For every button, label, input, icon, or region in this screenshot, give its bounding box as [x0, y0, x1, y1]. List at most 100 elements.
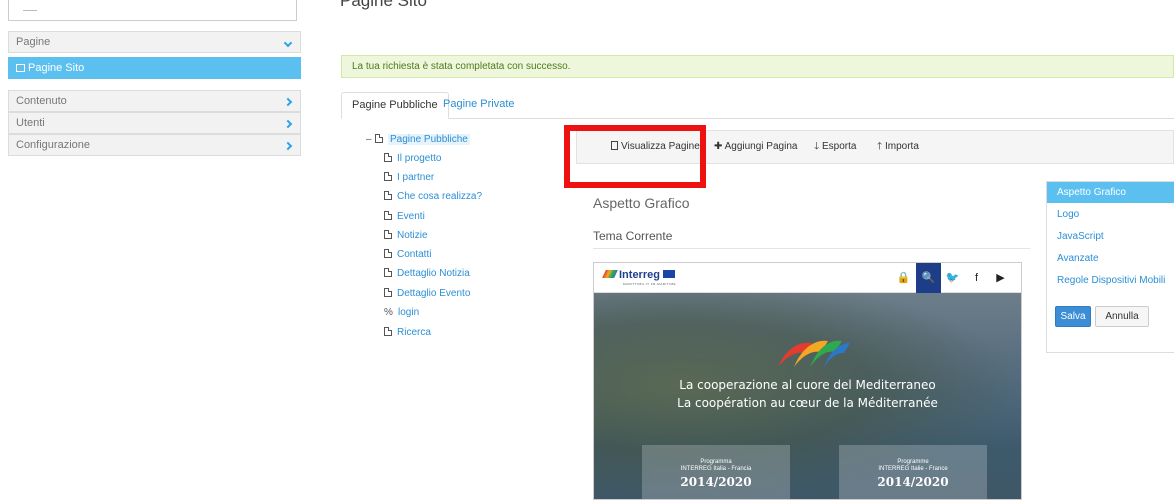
tree-item-label: Dettaglio Notizia [397, 268, 470, 279]
divider [593, 248, 1030, 249]
sidebar-item-configurazione[interactable]: Configurazione [8, 134, 301, 156]
sidebar-item-contenuto[interactable]: Contenuto [8, 90, 301, 112]
section-heading: Aspetto Grafico [593, 195, 690, 211]
chevron-right-icon [283, 91, 293, 111]
nav-avanzate[interactable]: Avanzate [1047, 248, 1174, 269]
card-label: Programma [700, 459, 732, 465]
lock-icon: 🔒 [896, 272, 911, 284]
arrow-up-icon: 🡑 [877, 141, 885, 152]
theme-preview: Interreg MARITTIMO-IT FR-MARITIME 🔒 🔍 🐦 … [593, 262, 1022, 500]
page-tabs: Pagine Pubbliche Pagine Private [341, 92, 1174, 119]
logo-subtitle: MARITTIMO-IT FR-MARITIME [623, 282, 676, 286]
preview-header: Interreg MARITTIMO-IT FR-MARITIME 🔒 🔍 🐦 … [594, 263, 1021, 293]
card-subtitle: INTERREG Italia - Francia [680, 466, 752, 472]
card-years: 2014/2020 [877, 475, 949, 489]
plus-icon: ✚ [714, 141, 725, 152]
tree-item[interactable]: Notizie [384, 230, 428, 242]
tree-item-label: login [398, 307, 420, 318]
card-years: 2014/2020 [680, 475, 752, 489]
collapse-icon[interactable]: – [366, 134, 372, 146]
preview-hero-image: La cooperazione al cuore del Mediterrane… [594, 293, 1021, 499]
button-label: Importa [884, 141, 919, 152]
tree-item-label: Notizie [397, 230, 428, 241]
page-icon [375, 134, 383, 143]
eu-flag-icon [662, 270, 675, 278]
tree-item[interactable]: Eventi [384, 211, 425, 223]
page-icon [16, 64, 25, 72]
interreg-logo-icon [778, 340, 850, 367]
tree-item-label: Pagine Pubbliche [388, 134, 470, 145]
page-icon [384, 153, 392, 162]
page-icon [384, 230, 392, 239]
settings-nav: Aspetto Grafico Logo JavaScript Avanzate… [1046, 181, 1174, 353]
save-button[interactable]: Salva [1055, 306, 1091, 327]
page-title: Pagine Sito [340, 0, 427, 10]
tree-root[interactable]: Pagine Pubbliche [375, 134, 470, 146]
tree-item[interactable]: Il progetto [384, 153, 441, 165]
annotation-highlight-box [564, 125, 706, 188]
add-page-button[interactable]: ✚ Aggiungi Pagina [714, 131, 797, 163]
page-icon [384, 172, 392, 181]
twitter-icon: 🐦 [945, 272, 960, 284]
hero-text-it: La cooperazione al cuore del Mediterrane… [679, 378, 936, 392]
export-button[interactable]: 🡓 Esporta [814, 131, 856, 163]
button-label: Esporta [821, 141, 857, 152]
tree-item[interactable]: I partner [384, 172, 434, 184]
sidebar-item-label: Pagine [16, 36, 51, 48]
youtube-icon: ▶ [996, 272, 1005, 284]
sidebar-item-pagine-sito[interactable]: Pagine Sito [8, 57, 301, 79]
program-card: Programme INTERREG Italie - France 2014/… [839, 445, 987, 499]
hero-text-fr: La coopération au cœur de la Méditerrané… [677, 396, 938, 410]
page-icon [384, 327, 392, 336]
success-alert: La tua richiesta è stata completata con … [341, 55, 1174, 78]
tree-item[interactable]: Contatti [384, 249, 431, 261]
page-icon [384, 288, 392, 297]
sidebar-item-utenti[interactable]: Utenti [8, 112, 301, 134]
tree-item[interactable]: % login [384, 307, 419, 319]
section-subheading: Tema Corrente [593, 229, 673, 243]
tree-item[interactable]: Che cosa realizza? [384, 191, 482, 203]
cancel-button[interactable]: Annulla [1095, 306, 1149, 327]
search-field-glyph [23, 10, 37, 11]
search-icon: 🔍 [916, 263, 941, 293]
page-icon [384, 211, 392, 220]
nav-aspetto-grafico[interactable]: Aspetto Grafico [1047, 182, 1174, 203]
button-label: Aggiungi Pagina [724, 141, 798, 152]
tree-item-label: I partner [397, 172, 435, 183]
page-icon [384, 268, 392, 277]
program-card: Programma INTERREG Italia - Francia 2014… [642, 445, 790, 499]
page-icon [384, 191, 392, 200]
tree-item-label: Eventi [397, 211, 425, 222]
logo-text: Interreg [619, 269, 660, 281]
tree-item-label: Che cosa realizza? [397, 191, 483, 202]
sidebar-item-pagine[interactable]: Pagine [8, 31, 301, 53]
tab-pagine-private[interactable]: Pagine Private [433, 92, 525, 119]
tree-item-label: Ricerca [397, 327, 431, 338]
arrow-down-icon: 🡓 [814, 141, 822, 152]
import-button[interactable]: 🡑 Importa [877, 131, 919, 163]
sidebar-search-input[interactable] [8, 0, 297, 21]
tree-item-label: Il progetto [397, 153, 442, 164]
nav-regole-dispositivi-mobili[interactable]: Regole Dispositivi Mobili [1047, 270, 1174, 291]
page-icon [384, 249, 392, 258]
chevron-right-icon [283, 135, 293, 155]
tree-item-label: Dettaglio Evento [397, 288, 471, 299]
nav-logo[interactable]: Logo [1047, 204, 1174, 225]
sidebar-item-label: Configurazione [16, 139, 90, 151]
facebook-icon: f [974, 272, 979, 284]
tree-item-label: Contatti [397, 249, 432, 260]
sidebar-item-label: Pagine Sito [28, 62, 85, 74]
chevron-right-icon [283, 113, 293, 133]
interreg-bird-icon [602, 270, 618, 278]
preview-logo: Interreg [602, 269, 675, 281]
nav-javascript[interactable]: JavaScript [1047, 226, 1174, 247]
tree-item[interactable]: Ricerca [384, 327, 431, 339]
tree-item[interactable]: Dettaglio Evento [384, 288, 470, 300]
card-label: Programme [897, 459, 929, 465]
chevron-down-icon [283, 32, 293, 52]
card-subtitle: INTERREG Italie - France [878, 466, 948, 472]
sidebar-item-label: Utenti [16, 117, 45, 129]
link-icon: % [384, 307, 393, 318]
tree-item[interactable]: Dettaglio Notizia [384, 268, 470, 280]
sidebar-item-label: Contenuto [16, 95, 67, 107]
